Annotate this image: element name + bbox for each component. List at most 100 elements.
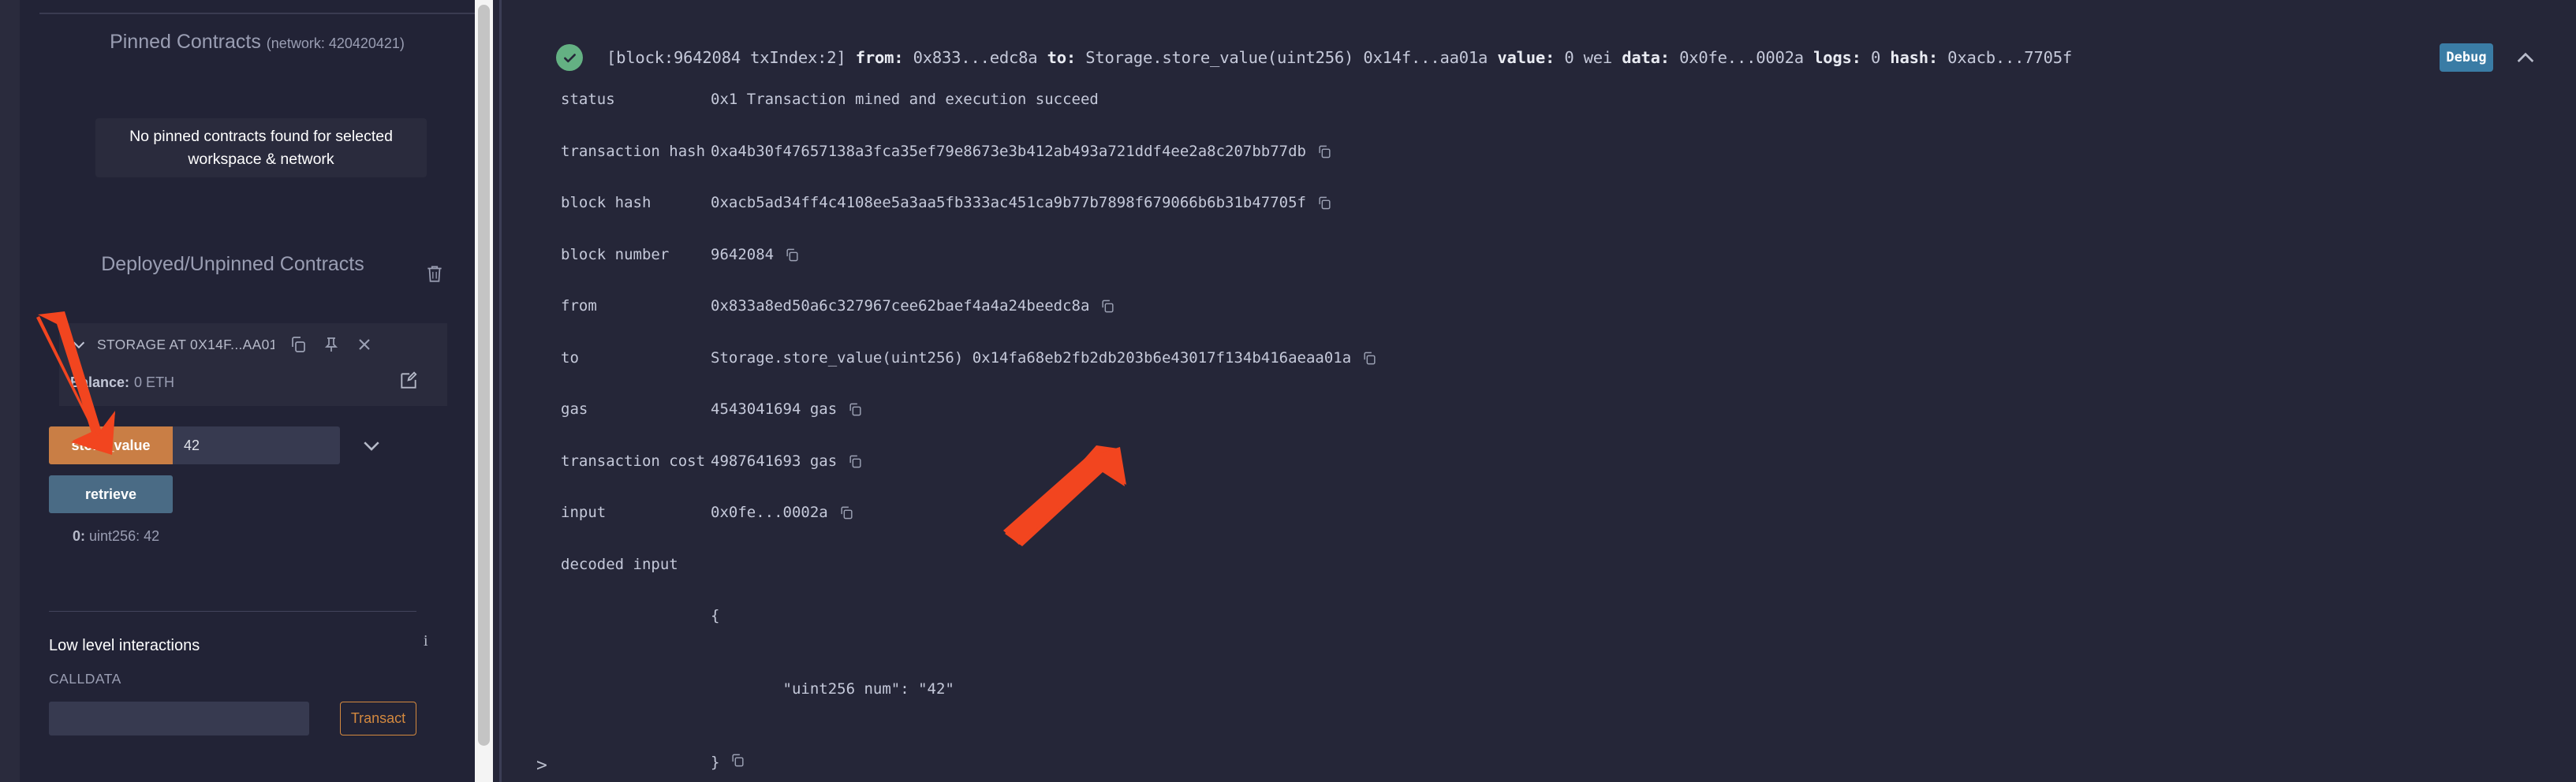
contract-balance-row: Balance: 0 ETH bbox=[59, 369, 447, 396]
transact-button[interactable]: Transact bbox=[340, 702, 416, 735]
copy-icon[interactable] bbox=[848, 454, 863, 469]
summary-logs-value: 0 bbox=[1870, 48, 1881, 67]
row-value: 4543041694 gas bbox=[711, 400, 838, 418]
debug-button[interactable]: Debug bbox=[2440, 43, 2493, 72]
contracts-sidebar: Pinned Contracts (network: 420420421) No… bbox=[20, 0, 475, 782]
retrieve-result: 0: uint256: 42 bbox=[73, 528, 159, 545]
row-label: status bbox=[561, 91, 615, 108]
copy-icon[interactable] bbox=[839, 505, 854, 520]
summary-value-label: value: bbox=[1497, 48, 1555, 67]
info-icon[interactable]: i bbox=[424, 632, 428, 650]
copy-icon[interactable] bbox=[785, 248, 800, 263]
copy-icon[interactable] bbox=[730, 753, 745, 768]
decoded-input-line-open: { bbox=[711, 606, 720, 624]
summary-value-value: 0 wei bbox=[1564, 48, 1613, 67]
no-pinned-contracts-box: No pinned contracts found for selected w… bbox=[95, 118, 427, 177]
summary-hash-label: hash: bbox=[1890, 48, 1939, 67]
transaction-detail-rows: status 0x1 Transaction mined and executi… bbox=[502, 90, 2576, 782]
detail-row: block hash 0xacb5ad34ff4c4108ee5a3aa5fb3… bbox=[502, 193, 2576, 219]
store-value-input[interactable] bbox=[173, 426, 340, 464]
sidebar-scrollbar-thumb[interactable] bbox=[478, 5, 490, 746]
calldata-input[interactable] bbox=[49, 702, 309, 735]
low-level-interactions-title: Low level interactions bbox=[49, 637, 200, 654]
row-value: 0xacb5ad34ff4c4108ee5a3aa5fb333ac451ca9b… bbox=[711, 194, 1306, 211]
deployed-contracts-title: Deployed/Unpinned Contracts bbox=[101, 253, 364, 275]
contract-name-label: STORAGE AT 0X14F...AA01 bbox=[97, 336, 274, 352]
detail-row: transaction hash 0xa4b30f47657138a3fca35… bbox=[502, 142, 2576, 168]
app-root: Pinned Contracts (network: 420420421) No… bbox=[0, 0, 2576, 782]
terminal-prompt[interactable]: > bbox=[536, 755, 547, 776]
chevron-down-icon[interactable] bbox=[360, 434, 383, 457]
row-value-wrap: 0xa4b30f47657138a3fca35ef79e8673e3b412ab… bbox=[711, 142, 1332, 161]
check-circle-icon bbox=[556, 44, 583, 71]
pinned-contracts-heading: Pinned Contracts bbox=[110, 31, 261, 53]
detail-row: from 0x833a8ed50a6c327967cee62baef4a4a24… bbox=[502, 296, 2576, 322]
store-value-button[interactable]: store_value bbox=[49, 426, 173, 464]
summary-hash-value: 0xacb...7705f bbox=[1947, 48, 2073, 67]
trash-icon[interactable] bbox=[424, 263, 445, 284]
balance-value: 0 ETH bbox=[134, 374, 175, 390]
row-value-wrap: 0x833a8ed50a6c327967cee62baef4a4a24beedc… bbox=[711, 296, 1115, 315]
summary-data-value: 0x0fe...0002a bbox=[1679, 48, 1804, 67]
row-value: 0xa4b30f47657138a3fca35ef79e8673e3b412ab… bbox=[711, 142, 1306, 160]
row-value: 9642084 bbox=[711, 245, 775, 263]
summary-block-tx: [block:9642084 txIndex:2] bbox=[607, 48, 846, 67]
row-value-wrap: 4987641693 gas bbox=[711, 452, 863, 471]
row-value-wrap: 0x0fe...0002a bbox=[711, 503, 854, 522]
copy-icon[interactable] bbox=[1317, 144, 1332, 159]
no-pinned-contracts-message: No pinned contracts found for selected w… bbox=[129, 128, 393, 168]
detail-row-decoded-input: decoded input { "uint256 num": "42" } bbox=[502, 555, 2576, 782]
edit-icon[interactable] bbox=[398, 371, 419, 391]
sidebar-divider bbox=[49, 611, 416, 612]
row-value: 4987641693 gas bbox=[711, 452, 838, 470]
decoded-input-block: { "uint256 num": "42" } bbox=[711, 555, 954, 782]
detail-row: transaction cost 4987641693 gas bbox=[502, 452, 2576, 478]
row-label: decoded input bbox=[561, 555, 678, 573]
close-icon[interactable] bbox=[355, 335, 374, 354]
row-value-wrap: 4543041694 gas bbox=[711, 400, 863, 419]
summary-from-value: 0x833...edc8a bbox=[913, 48, 1038, 67]
transaction-summary-header[interactable]: [block:9642084 txIndex:2] from: 0x833...… bbox=[502, 38, 2576, 77]
summary-from-label: from: bbox=[855, 48, 904, 67]
copy-icon[interactable] bbox=[1100, 299, 1115, 314]
row-value-wrap: 0xacb5ad34ff4c4108ee5a3aa5fb333ac451ca9b… bbox=[711, 193, 1332, 212]
retrieve-button[interactable]: retrieve bbox=[49, 475, 173, 513]
summary-to-value: Storage.store_value(uint256) 0x14f...aa0… bbox=[1085, 48, 1488, 67]
function-row-store-value: store_value bbox=[49, 426, 383, 464]
copy-icon[interactable] bbox=[1317, 196, 1332, 210]
row-label: to bbox=[561, 348, 579, 367]
pin-icon[interactable] bbox=[322, 335, 341, 354]
row-label: block hash bbox=[561, 194, 651, 211]
pinned-contracts-title: Pinned Contracts (network: 420420421) bbox=[39, 30, 475, 54]
detail-row-input: input 0x0fe...0002a bbox=[502, 503, 2576, 529]
row-label: transaction hash bbox=[561, 142, 706, 160]
detail-row: gas 4543041694 gas bbox=[502, 400, 2576, 426]
terminal-panel: [block:9642084 txIndex:2] from: 0x833...… bbox=[502, 0, 2576, 782]
row-label: from bbox=[561, 297, 597, 315]
panel-gap bbox=[493, 0, 499, 782]
row-value: 0x0fe...0002a bbox=[711, 504, 828, 521]
copy-icon[interactable] bbox=[289, 335, 308, 354]
row-label: input bbox=[561, 504, 607, 521]
row-label: block number bbox=[561, 245, 670, 263]
balance-label: Balance: bbox=[70, 374, 130, 390]
detail-row: to Storage.store_value(uint256) 0x14fa68… bbox=[502, 348, 2576, 374]
chevron-up-icon[interactable] bbox=[2513, 46, 2538, 71]
summary-logs-label: logs: bbox=[1813, 48, 1861, 67]
decoded-input-line-body: "uint256 num": "42" bbox=[711, 680, 954, 698]
row-value: 0x1 Transaction mined and execution succ… bbox=[711, 91, 1099, 108]
detail-row: block number 9642084 bbox=[502, 245, 2576, 271]
decoded-input-line-close: } bbox=[711, 753, 720, 771]
contract-header[interactable]: STORAGE AT 0X14F...AA01 bbox=[59, 325, 447, 364]
row-value: Storage.store_value(uint256) 0x14fa68eb2… bbox=[711, 348, 1352, 367]
copy-icon[interactable] bbox=[848, 402, 863, 417]
left-rail bbox=[0, 0, 20, 782]
chevron-down-icon[interactable] bbox=[70, 336, 88, 353]
row-value-wrap: 0x1 Transaction mined and execution succ… bbox=[711, 90, 1099, 109]
retrieve-result-value: uint256: 42 bbox=[89, 528, 160, 544]
calldata-label: CALLDATA bbox=[49, 671, 121, 687]
row-value: 0x833a8ed50a6c327967cee62baef4a4a24beedc… bbox=[711, 297, 1090, 315]
copy-icon[interactable] bbox=[1362, 351, 1377, 366]
decoded-input-line-close-row: } bbox=[711, 750, 954, 775]
retrieve-result-index: 0: bbox=[73, 528, 86, 544]
